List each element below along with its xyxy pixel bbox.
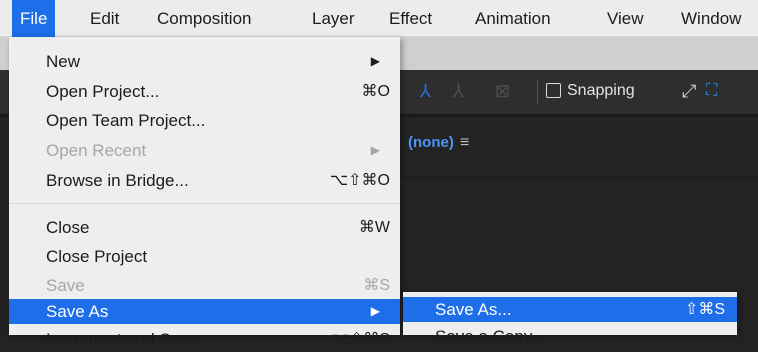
menu-item-open-team-project[interactable]: Open Team Project... — [9, 108, 400, 133]
menu-item-label: Save As... — [435, 300, 512, 319]
menu-effect[interactable]: Effect — [389, 0, 432, 37]
menu-file[interactable]: File — [12, 0, 56, 37]
menu-item-close[interactable]: Close ⌘W — [9, 215, 400, 240]
menu-item-shortcut: ⇧⌘S — [684, 301, 725, 318]
menu-window[interactable]: Window — [681, 0, 741, 37]
menu-item-label: Increment and Save — [46, 330, 199, 349]
panel-menu-icon[interactable]: ≡ — [460, 133, 469, 153]
world-axis-icon[interactable]: ⅄ — [420, 80, 431, 102]
menu-item-open-project[interactable]: Open Project... ⌘O — [9, 79, 400, 104]
menubar: File Edit Composition Layer Effect Anima… — [0, 0, 758, 37]
menu-item-label: Browse in Bridge... — [46, 171, 189, 190]
menu-item-shortcut: ⌘W — [358, 219, 390, 236]
file-menu-dropdown: New ▶ Open Project... ⌘O Open Team Proje… — [9, 37, 400, 349]
menu-item-save: Save ⌘S — [9, 273, 400, 298]
menu-item-label: Open Recent — [46, 141, 147, 160]
panel-divider-line — [400, 177, 758, 178]
menu-item-label: Close Project — [46, 247, 148, 266]
snapping-label: Snapping — [567, 82, 635, 99]
menu-item-label: New — [46, 52, 81, 71]
menu-item-shortcut: ⌘O — [361, 83, 390, 100]
menu-item-open-recent: Open Recent ▶ — [9, 138, 400, 163]
menu-composition[interactable]: Composition — [157, 0, 252, 37]
save-as-submenu: Save As... ⇧⌘S Save a Copy... — [403, 292, 737, 346]
view-axis-icon[interactable]: ⊠ — [495, 80, 510, 102]
menu-view[interactable]: View — [607, 0, 644, 37]
menu-item-label: Save As — [46, 302, 109, 321]
menu-item-shortcut: ⌥⇧⌘O — [329, 172, 390, 189]
panel-none-label[interactable]: (none) — [408, 133, 454, 153]
submenu-arrow-icon: ▶ — [370, 54, 380, 68]
menu-item-label: Open Project... — [46, 82, 160, 101]
menu-item-close-project[interactable]: Close Project — [9, 244, 400, 269]
toolbar-divider — [537, 80, 538, 104]
menu-item-save-as[interactable]: Save As ▶ — [9, 299, 400, 324]
menu-item-label: Open Team Project... — [46, 111, 206, 130]
local-axis-icon[interactable]: ⅄ — [453, 80, 464, 102]
menu-animation[interactable]: Animation — [475, 0, 551, 37]
menu-item-shortcut: ⌥⇧⌘S — [331, 331, 390, 348]
menu-item-label: Save — [46, 276, 85, 295]
menu-item-shortcut: ⌘S — [363, 277, 390, 294]
menu-separator — [9, 203, 400, 204]
menu-item-browse-in-bridge[interactable]: Browse in Bridge... ⌥⇧⌘O — [9, 168, 400, 193]
snap-magnet-icon[interactable]: ⤢ — [682, 80, 696, 102]
submenu-arrow-icon: ▶ — [370, 304, 380, 318]
menu-edit[interactable]: Edit — [90, 0, 119, 37]
submenu-arrow-icon: ▶ — [370, 143, 380, 157]
submenu-item-save-as[interactable]: Save As... ⇧⌘S — [403, 297, 737, 322]
menu-item-increment-and-save[interactable]: Increment and Save ⌥⇧⌘S — [9, 327, 400, 352]
menu-item-label: Close — [46, 218, 90, 237]
submenu-item-save-a-copy[interactable]: Save a Copy... — [435, 326, 545, 348]
menu-layer[interactable]: Layer — [312, 0, 355, 37]
snapping-checkbox[interactable] — [546, 83, 561, 98]
menu-item-new[interactable]: New ▶ — [9, 49, 400, 74]
expand-icon[interactable]: ⛶ — [706, 80, 717, 102]
